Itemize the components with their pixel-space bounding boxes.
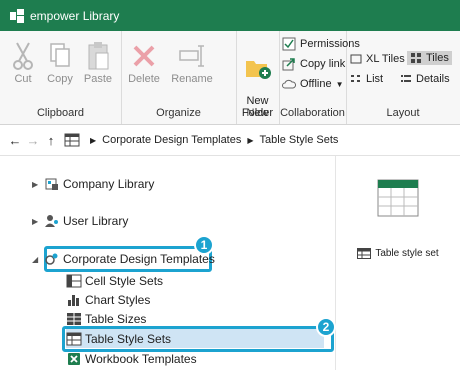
tiles-label: Tiles — [426, 52, 449, 64]
content-pane: Table style set — [336, 156, 460, 370]
collaboration-group-label: Collaboration — [280, 107, 345, 119]
tree-item-table-style-sets[interactable]: Table Style Sets — [66, 331, 171, 347]
clipboard-group: Cut Copy Paste Clipboard — [0, 31, 122, 124]
breadcrumb-item[interactable]: Table Style Sets — [260, 134, 339, 146]
expand-arrow-icon[interactable]: ▶ — [32, 217, 44, 226]
up-arrow-icon[interactable]: ↑ — [42, 133, 60, 148]
table-style-set-tile[interactable]: Table style set — [336, 176, 460, 259]
table-thumbnail-icon — [377, 179, 419, 217]
address-bar: ← → ↑ ▶ Corporate Design Templates ▶ Tab… — [0, 125, 460, 156]
tiles-button[interactable]: Tiles — [407, 51, 452, 65]
list-icon — [351, 75, 360, 82]
offline-label: Offline — [300, 78, 332, 90]
permissions-icon — [282, 37, 296, 51]
cut-button[interactable]: Cut — [6, 41, 40, 85]
expand-arrow-icon[interactable]: ▶ — [32, 180, 44, 189]
ribbon: Cut Copy Paste Clipboard Delete Rename O… — [0, 31, 460, 125]
tree-item-label: Corporate Design Templates — [63, 252, 215, 266]
table-style-sets-icon — [66, 332, 82, 346]
excel-workbook-icon — [68, 353, 80, 365]
new-group: New Folder New — [236, 31, 280, 124]
forward-arrow-icon[interactable]: → — [24, 133, 42, 148]
rename-label: Rename — [171, 73, 213, 85]
details-label: Details — [416, 73, 450, 85]
tree-item-user-library[interactable]: ▶ User Library — [32, 213, 128, 229]
title-bar: empower Library — [0, 0, 460, 31]
table-icon — [357, 248, 372, 259]
xl-tiles-button[interactable]: XL Tiles — [350, 53, 405, 65]
cell-style-sets-icon — [66, 274, 82, 288]
company-library-icon — [45, 178, 58, 190]
new-folder-icon — [245, 61, 271, 79]
tree-item-label: User Library — [63, 214, 129, 228]
cut-label: Cut — [14, 73, 32, 85]
breadcrumb-separator-icon: ▶ — [247, 135, 254, 145]
tree-item-label: Table Style Sets — [85, 332, 172, 346]
callout-badge: 2 — [316, 317, 336, 337]
scissors-icon — [13, 42, 33, 70]
paste-button[interactable]: Paste — [80, 41, 116, 85]
collaboration-group: Permissions Copy link Offline ▼ Collabor… — [279, 31, 360, 124]
collapse-arrow-icon[interactable]: ◢ — [32, 255, 44, 264]
tree-item-table-sizes[interactable]: Table Sizes — [66, 311, 146, 327]
organize-group: Delete Rename Organize — [121, 31, 237, 124]
tree-item-label: Company Library — [63, 177, 155, 191]
table-style-sets-icon — [64, 133, 80, 147]
user-library-icon — [45, 215, 58, 227]
xl-tiles-icon — [350, 54, 362, 64]
tree-item-company-library[interactable]: ▶ Company Library — [32, 176, 154, 192]
details-icon — [401, 75, 411, 82]
tree-item-label: Cell Style Sets — [85, 274, 164, 288]
rename-button[interactable]: Rename — [169, 41, 215, 85]
new-group-label: New — [246, 107, 269, 119]
copy-button[interactable]: Copy — [43, 41, 77, 85]
chart-styles-icon — [68, 295, 79, 306]
list-button[interactable]: List — [350, 73, 383, 85]
organize-group-label: Organize — [156, 107, 201, 119]
window-title: empower Library — [30, 8, 120, 23]
tree-item-cell-style-sets[interactable]: Cell Style Sets — [66, 273, 163, 289]
rename-icon — [179, 45, 204, 67]
clipboard-group-label: Clipboard — [36, 107, 85, 119]
copy-label: Copy — [47, 73, 73, 85]
copy-link-button[interactable]: Copy link — [282, 57, 345, 71]
back-arrow-icon[interactable]: ← — [6, 133, 24, 148]
breadcrumb-item[interactable]: Corporate Design Templates — [102, 134, 241, 146]
paste-label: Paste — [83, 73, 113, 85]
app-logo-icon — [10, 8, 24, 23]
layout-group: XL Tiles Tiles List Details Layout — [346, 31, 460, 124]
xl-tiles-label: XL Tiles — [366, 53, 405, 65]
tiles-icon — [411, 53, 421, 63]
tree-item-corporate-design-templates[interactable]: ◢ Corporate Design Templates — [32, 251, 215, 267]
offline-button[interactable]: Offline ▼ — [282, 77, 344, 91]
list-label: List — [366, 73, 384, 85]
layout-group-label: Layout — [386, 107, 420, 119]
corporate-templates-icon — [45, 253, 58, 265]
tree-item-label: Table Sizes — [85, 312, 147, 326]
tree-item-workbook-templates[interactable]: Workbook Templates — [66, 351, 197, 367]
dropdown-arrow-icon: ▼ — [335, 79, 344, 89]
copy-link-label: Copy link — [300, 58, 346, 70]
delete-x-icon — [133, 45, 155, 67]
delete-button[interactable]: Delete — [124, 41, 164, 85]
tree-item-chart-styles[interactable]: Chart Styles — [66, 292, 150, 308]
tree-item-label: Chart Styles — [85, 293, 151, 307]
clipboard-icon — [88, 42, 109, 70]
table-sizes-icon — [67, 313, 81, 325]
tile-label: Table style set — [375, 248, 439, 259]
copy-icon — [50, 43, 70, 67]
cloud-icon — [282, 79, 296, 89]
navigation-tree: ▶ Company Library ▶ User Library 1 ◢ Cor… — [0, 156, 336, 370]
tree-item-label: Workbook Templates — [85, 352, 197, 366]
details-button[interactable]: Details — [400, 73, 450, 85]
delete-label: Delete — [128, 73, 160, 85]
share-link-icon — [282, 58, 295, 71]
breadcrumb-separator-icon: ▶ — [90, 135, 97, 145]
